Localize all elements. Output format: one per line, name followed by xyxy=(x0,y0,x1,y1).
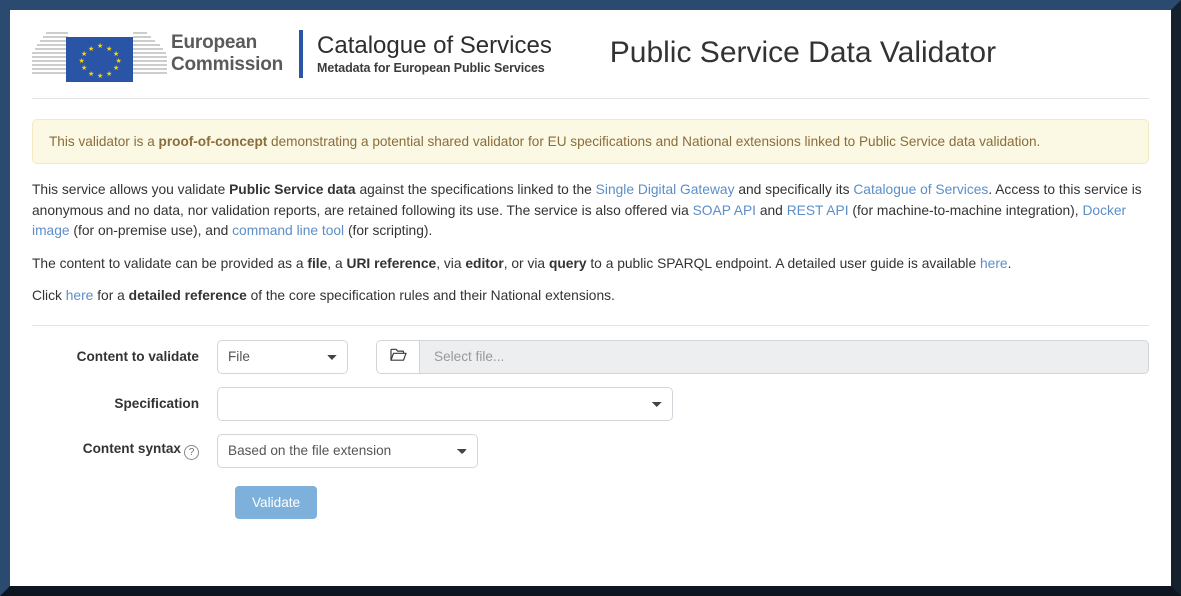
content-syntax-row: Content syntax? Based on the file extens… xyxy=(32,433,1149,468)
european-commission-name: European Commission xyxy=(171,32,283,76)
p2-text-a: The content to validate can be provided … xyxy=(32,255,308,271)
link-catalogue-of-services[interactable]: Catalogue of Services xyxy=(853,182,988,197)
browser-window: ★ ★ ★ ★ ★ ★ ★ ★ ★ ★ ★ ★ European Commiss… xyxy=(0,0,1181,596)
notice-bold: proof-of-concept xyxy=(158,134,268,149)
notice-text-1: This validator is a xyxy=(49,134,159,149)
p1-text-a: This service allows you validate xyxy=(32,182,230,197)
p1-text-c: against the specifications linked to the xyxy=(355,182,596,197)
notice-text-2: demonstrating a potential shared validat… xyxy=(267,134,1041,149)
link-single-digital-gateway[interactable]: Single Digital Gateway xyxy=(596,182,735,197)
page-title: Public Service Data Validator xyxy=(609,36,997,69)
browse-file-button[interactable] xyxy=(376,339,419,374)
p2-text-c: , a xyxy=(327,255,347,271)
validation-form: Content to validate File Select file... xyxy=(32,339,1149,519)
p2-bold-query: query xyxy=(548,255,587,271)
content-syntax-select[interactable]: Based on the file extension xyxy=(217,433,478,468)
european-commission-logo-icon: ★ ★ ★ ★ ★ ★ ★ ★ ★ ★ ★ ★ xyxy=(32,24,167,84)
intro-paragraph-1: This service allows you validate Public … xyxy=(32,180,1149,242)
link-command-line-tool[interactable]: command line tool xyxy=(232,223,344,238)
intro-text: This service allows you validate Public … xyxy=(32,180,1149,307)
file-name-display[interactable]: Select file... xyxy=(419,339,1149,374)
p1-bold-public-service-data: Public Service data xyxy=(229,182,356,197)
p2-bold-file: file xyxy=(307,255,328,271)
p1-text-h: (for on-premise use), and xyxy=(69,223,233,238)
p3-text-b: for a xyxy=(93,288,129,303)
link-rest-api[interactable]: REST API xyxy=(787,203,849,218)
p2-text-g: , or via xyxy=(503,255,549,271)
p2-text-j: . xyxy=(1007,255,1012,271)
p2-text-e: , via xyxy=(436,255,466,271)
catalogue-title: Catalogue of Services xyxy=(317,31,552,59)
specification-label: Specification xyxy=(114,396,199,411)
p1-text-d: and specifically its xyxy=(734,182,854,197)
header-divider xyxy=(32,98,1149,99)
folder-open-icon xyxy=(389,348,407,365)
content-to-validate-label: Content to validate xyxy=(76,349,199,364)
link-soap-api[interactable]: SOAP API xyxy=(693,203,756,218)
specification-row: Specification xyxy=(32,386,1149,421)
intro-paragraph-3: Click here for a detailed reference of t… xyxy=(32,286,1149,307)
p2-bold-uri-reference: URI reference xyxy=(346,255,437,271)
european-commission-brand: ★ ★ ★ ★ ★ ★ ★ ★ ★ ★ ★ ★ European Commiss… xyxy=(32,24,283,84)
specification-select[interactable] xyxy=(217,386,673,421)
p2-text-i: to a public SPARQL endpoint. A detailed … xyxy=(586,255,980,271)
content-to-validate-select[interactable]: File xyxy=(217,339,348,374)
content-syntax-label-text: Content syntax xyxy=(82,441,181,456)
logo-lines-right xyxy=(133,32,167,86)
link-detailed-reference-here[interactable]: here xyxy=(66,288,94,303)
logo-lines-left xyxy=(32,32,68,86)
ec-name-line2: Commission xyxy=(171,54,284,75)
catalogue-subtitle: Metadata for European Public Services xyxy=(317,60,545,75)
ec-name-line1: European xyxy=(171,32,258,53)
p3-text-a: Click xyxy=(32,288,66,303)
p3-text-d: of the core specification rules and thei… xyxy=(246,288,615,303)
validate-button[interactable]: Validate xyxy=(235,485,318,519)
eu-flag-icon: ★ ★ ★ ★ ★ ★ ★ ★ ★ ★ ★ ★ xyxy=(66,37,133,82)
validate-row: Validate xyxy=(32,485,1149,519)
p2-bold-editor: editor xyxy=(465,255,504,271)
file-picker-group: Select file... xyxy=(376,339,1149,374)
p3-bold-detailed-reference: detailed reference xyxy=(128,288,247,303)
question-mark-icon[interactable]: ? xyxy=(184,445,199,460)
page-content: ★ ★ ★ ★ ★ ★ ★ ★ ★ ★ ★ ★ European Commiss… xyxy=(10,10,1171,586)
proof-of-concept-notice: This validator is a proof-of-concept dem… xyxy=(32,119,1149,164)
link-user-guide-here[interactable]: here xyxy=(980,256,1008,271)
brand-divider xyxy=(299,30,304,78)
form-divider xyxy=(32,324,1149,326)
page-header: ★ ★ ★ ★ ★ ★ ★ ★ ★ ★ ★ ★ European Commiss… xyxy=(22,10,1159,98)
p1-text-g: (for machine-to-machine integration), xyxy=(848,202,1083,218)
p1-text-i: (for scripting). xyxy=(344,223,433,238)
content-to-validate-row: Content to validate File Select file... xyxy=(32,339,1149,374)
p1-text-f: and xyxy=(756,202,787,218)
brand-titles: Catalogue of Services Metadata for Europ… xyxy=(317,32,552,77)
content-syntax-label: Content syntax? xyxy=(32,441,217,460)
intro-paragraph-2: The content to validate can be provided … xyxy=(32,254,1149,275)
